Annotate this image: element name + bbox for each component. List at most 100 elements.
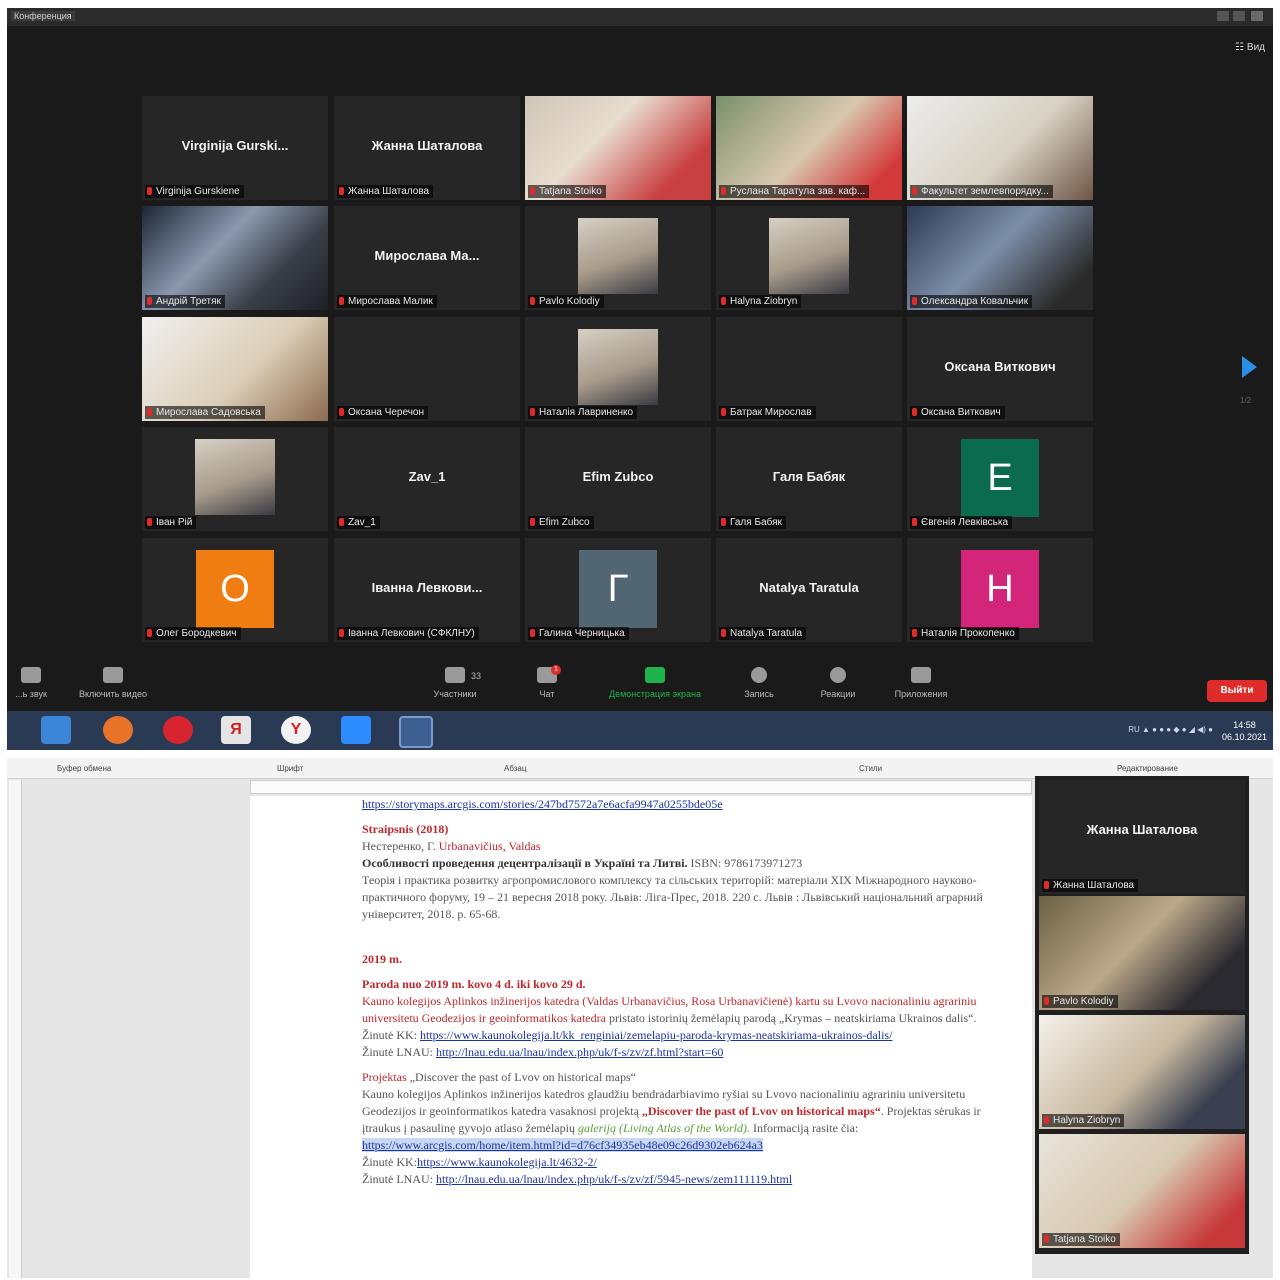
maximize-button[interactable] [1233, 11, 1245, 21]
participant-label: Євгенія Левківська [910, 516, 1013, 529]
side-participant-tile[interactable]: Жанна Шаталова Жанна Шаталова [1039, 780, 1245, 894]
lnau-news-link[interactable]: http://lnau.edu.ua/lnau/index.php/uk/f-s… [436, 1045, 723, 1059]
participant-label: Андрій Третяк [145, 295, 225, 308]
apps-button[interactable]: Приложения [883, 667, 959, 699]
participant-tile[interactable]: Tatjana Stoiko [525, 96, 711, 200]
participant-tile[interactable]: Мирослава Садовська [142, 317, 328, 421]
participant-tile[interactable]: Оксана Виткович Оксана Виткович [907, 317, 1093, 421]
muted-microphone-icon [339, 187, 344, 195]
side-participant-tile[interactable]: Pavlo Kolodiy [1039, 896, 1245, 1010]
participant-video [1039, 1015, 1245, 1129]
yandex-browser-icon[interactable]: Y [281, 716, 311, 744]
participant-tile[interactable]: Батрак Мирослав [716, 317, 902, 421]
system-tray: RU ▲ ● ● ● ◆ ● ◢ ◀) ● [1128, 725, 1213, 734]
muted-microphone-icon [530, 408, 535, 416]
document-text[interactable]: https://storymaps.arcgis.com/stories/247… [362, 796, 1002, 1188]
chat-button[interactable]: 1 Чат [527, 665, 567, 699]
participant-label: Жанна Шаталова [337, 185, 434, 198]
participant-label: Батрак Мирослав [719, 406, 816, 419]
leave-button[interactable]: Выйти [1207, 680, 1267, 702]
kk-project-link[interactable]: https://www.kaunokolegija.lt/4632-2/ [417, 1155, 597, 1169]
participant-avatar: O [196, 550, 274, 628]
firefox-icon[interactable] [103, 716, 133, 744]
participant-name: Жанна Шаталова [371, 138, 483, 153]
zoom-app-icon[interactable] [341, 716, 371, 744]
next-page-arrow-icon[interactable] [1242, 356, 1257, 378]
participant-tile[interactable]: Pavlo Kolodiy [525, 206, 711, 310]
participant-tile[interactable]: Факультет землевпорядку... [907, 96, 1093, 200]
minimize-button[interactable] [1217, 11, 1229, 21]
participant-tile[interactable]: Галя Бабяк Галя Бабяк [716, 427, 902, 531]
participant-tile[interactable]: Zav_1 Zav_1 [334, 427, 520, 531]
participant-label: Tatjana Stoiko [528, 185, 606, 198]
participant-tile[interactable]: Наталія Лавриненко [525, 317, 711, 421]
participant-tile[interactable]: Іван Рій [142, 427, 328, 531]
participant-tile[interactable]: Руслана Таратула зав. каф... [716, 96, 902, 200]
arcgis-item-link[interactable]: https://www.arcgis.com/home/item.html?id… [362, 1138, 763, 1152]
share-screen-icon [645, 667, 665, 683]
participant-tile[interactable]: Halyna Ziobryn [716, 206, 902, 310]
ribbon-clipboard[interactable]: Буфер обмена [57, 764, 111, 773]
participant-avatar: H [961, 550, 1039, 628]
participant-name: Efim Zubco [582, 469, 654, 484]
participant-tile[interactable]: Efim Zubco Efim Zubco [525, 427, 711, 531]
participant-label: Олександра Ковальчик [910, 295, 1033, 308]
yandex-icon[interactable]: Я [221, 716, 251, 744]
muted-microphone-icon [912, 629, 917, 637]
side-participant-tile[interactable]: Halyna Ziobryn [1039, 1015, 1245, 1129]
participant-tile[interactable]: H Наталія Прокопенко [907, 538, 1093, 642]
participants-button[interactable]: 33 Участники [415, 667, 495, 699]
participant-tile[interactable]: Virginija Gurski... Virginija Gurskiene [142, 96, 328, 200]
muted-microphone-icon [721, 297, 726, 305]
participant-tile[interactable]: Жанна Шаталова Жанна Шаталова [334, 96, 520, 200]
ribbon-font[interactable]: Шрифт [277, 764, 303, 773]
participant-label: Наталія Лавриненко [528, 406, 638, 419]
record-button[interactable]: Запись [737, 667, 781, 699]
storymaps-link[interactable]: https://storymaps.arcgis.com/stories/247… [362, 797, 723, 811]
participant-name: Zav_1 [408, 469, 446, 484]
microphone-icon [21, 667, 41, 683]
document-page[interactable]: https://storymaps.arcgis.com/stories/247… [250, 796, 1032, 1278]
participant-tile[interactable]: Іванна Левкови... Іванна Левкович (СФКЛНУ… [334, 538, 520, 642]
close-button[interactable] [1251, 11, 1263, 21]
muted-microphone-icon [721, 518, 726, 526]
word-app-icon[interactable] [399, 716, 433, 748]
share-screen-button[interactable]: Демонстрация экрана [593, 667, 717, 699]
participant-name: Галя Бабяк [772, 469, 846, 484]
clock: 14:58 06.10.2021 [1221, 720, 1267, 742]
ribbon-styles[interactable]: Стили [859, 764, 882, 773]
participant-video [1039, 1134, 1245, 1248]
side-participant-tile[interactable]: Tatjana Stoiko [1039, 1134, 1245, 1248]
article-title-2018: Особливості проведення децентралізації в… [362, 856, 688, 870]
ribbon-paragraph[interactable]: Абзац [504, 764, 526, 773]
lnau-project-link[interactable]: http://lnau.edu.ua/lnau/index.php/uk/f-s… [436, 1172, 792, 1186]
participant-tile[interactable]: Оксана Черечон [334, 317, 520, 421]
muted-microphone-icon [1044, 881, 1049, 889]
participant-label: Галя Бабяк [719, 516, 786, 529]
video-off-icon [103, 667, 123, 683]
opera-icon[interactable] [163, 716, 193, 744]
kk-exhibition-link[interactable]: https://www.kaunokolegija.lt/kk_renginia… [420, 1028, 892, 1042]
start-icon[interactable] [41, 716, 71, 744]
mute-button[interactable]: ...ь звук [7, 667, 55, 699]
participant-avatar: Г [579, 550, 657, 628]
exhibition-heading: Paroda nuo 2019 m. kovo 4 d. iki kovo 29… [362, 977, 586, 991]
participant-label: Virginija Gurskiene [145, 185, 244, 198]
participant-tile[interactable]: Natalya Taratula Natalya Taratula [716, 538, 902, 642]
muted-microphone-icon [1044, 1116, 1049, 1124]
participant-tile[interactable]: O Олег Бородкевич [142, 538, 328, 642]
participant-tile[interactable]: Олександра Ковальчик [907, 206, 1093, 310]
start-video-button[interactable]: Включить видео [63, 667, 163, 699]
participant-tile[interactable]: Мирослава Ма... Мирослава Малик [334, 206, 520, 310]
participant-name: Іванна Левкови... [371, 580, 483, 595]
participant-tile[interactable]: Г Галина Черницька [525, 538, 711, 642]
reactions-button[interactable]: Реакции [813, 667, 863, 699]
participant-tile[interactable]: Андрій Третяк [142, 206, 328, 310]
muted-microphone-icon [912, 408, 917, 416]
muted-microphone-icon [721, 408, 726, 416]
ribbon-editing[interactable]: Редактирование [1117, 764, 1178, 773]
participant-tile[interactable]: E Євгенія Левківська [907, 427, 1093, 531]
horizontal-ruler[interactable] [250, 780, 1032, 794]
vertical-ruler[interactable] [9, 780, 22, 1278]
view-button[interactable]: ☷ Вид [1235, 42, 1265, 53]
